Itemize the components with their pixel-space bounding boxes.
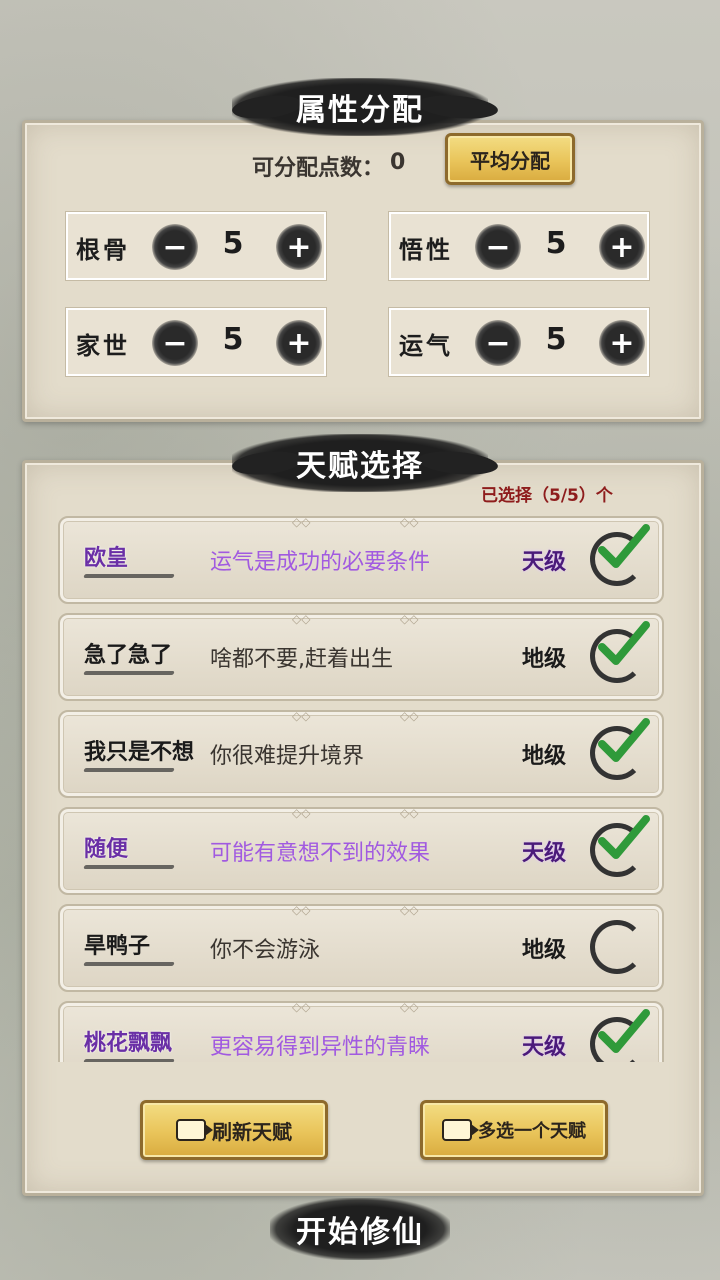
stat-value: 5 [545,322,567,357]
talent-grade: 地级 [522,938,567,963]
stat-value: 5 [222,322,244,357]
talent-card[interactable]: ◇◇ ◇◇ 我只是不想 你很难提升境界 地级 [58,709,664,798]
stat-row: 根骨 −5 + [66,212,326,280]
talent-description: 你不会游泳 [210,938,321,963]
talent-name: 旱鸭子 [84,934,151,959]
minus-button[interactable]: − [475,320,521,366]
multi-select-talent-button[interactable]: 多选一个天赋 [420,1100,608,1160]
average-distribute-button[interactable]: 平均分配 [445,133,575,185]
talent-name: 急了急了 [84,643,173,668]
ink-underline [83,574,175,578]
ink-underline [83,962,175,966]
stat-label: 根骨 [76,236,130,264]
talent-list[interactable]: ◇◇ ◇◇ 欧皇 运气是成功的必要条件 天级 ◇◇ ◇◇ 急了急了 啥都不要,赶着出生 地级 ◇… [56,508,666,1062]
refresh-talent-button[interactable]: 刷新天赋 [140,1100,328,1160]
plus-button[interactable]: + [276,224,322,270]
talent-description: 运气是成功的必要条件 [210,550,431,575]
talent-name: 随便 [84,837,129,862]
plus-button[interactable]: + [599,320,645,366]
points-value: 0 [390,150,406,175]
diamond-ornament-icon: ◇◇ [400,515,419,529]
talent-grade: 天级 [522,550,567,575]
stat-value: 5 [545,226,567,261]
ink-underline [83,1059,175,1062]
talent-grade: 天级 [522,841,567,866]
talent-description: 更容易得到异性的青睐 [210,1035,431,1060]
points-label: 可分配点数： [252,156,385,181]
refresh-talent-label: 刷新天赋 [212,1119,292,1144]
video-icon [176,1119,213,1141]
minus-button[interactable]: − [152,224,198,270]
talent-card[interactable]: ◇◇ ◇◇ 欧皇 运气是成功的必要条件 天级 [58,515,664,604]
talent-description: 你很难提升境界 [210,744,365,769]
diamond-ornament-icon: ◇◇ [400,1000,419,1014]
diamond-ornament-icon: ◇◇ [400,709,419,723]
plus-button[interactable]: + [599,224,645,270]
attribute-panel-title: 属性分配 [232,78,488,136]
talent-description: 啥都不要,赶着出生 [210,647,393,672]
talent-name: 我只是不想 [84,740,195,765]
diamond-ornament-icon: ◇◇ [292,806,311,820]
talent-card[interactable]: ◇◇ ◇◇ 随便 可能有意想不到的效果 天级 [58,806,664,895]
diamond-ornament-icon: ◇◇ [292,515,311,529]
stat-row: 悟性 −5 + [389,212,649,280]
ink-underline [83,865,175,869]
checkmark-icon [598,1009,650,1053]
plus-button[interactable]: + [276,320,322,366]
checkmark-icon [598,621,650,665]
talent-description: 可能有意想不到的效果 [210,841,431,866]
selected-count: 已选择（5/5）个 [481,486,613,506]
stat-row: 运气 −5 + [389,308,649,376]
talent-name: 桃花飘飘 [84,1031,173,1056]
talent-grade: 地级 [522,647,567,672]
diamond-ornament-icon: ◇◇ [292,612,311,626]
diamond-ornament-icon: ◇◇ [400,806,419,820]
talent-panel-title: 天赋选择 [232,434,488,492]
start-cultivation-button[interactable]: 开始修仙 [270,1198,450,1260]
video-icon [442,1119,479,1141]
checkmark-icon [598,815,650,859]
ink-underline [83,768,175,772]
checkmark-icon [598,718,650,762]
talent-grade: 地级 [522,744,567,769]
diamond-ornament-icon: ◇◇ [292,1000,311,1014]
talent-card[interactable]: ◇◇ ◇◇ 急了急了 啥都不要,赶着出生 地级 [58,612,664,701]
multi-select-label: 多选一个天赋 [478,1121,586,1142]
talent-name: 欧皇 [84,546,129,571]
diamond-ornament-icon: ◇◇ [400,612,419,626]
ink-underline [83,671,175,675]
diamond-ornament-icon: ◇◇ [292,709,311,723]
diamond-ornament-icon: ◇◇ [292,903,311,917]
select-circle-icon[interactable] [590,920,644,974]
minus-button[interactable]: − [152,320,198,366]
stat-label: 运气 [399,332,453,360]
stat-label: 悟性 [399,236,453,264]
diamond-ornament-icon: ◇◇ [400,903,419,917]
stat-label: 家世 [76,332,130,360]
checkmark-icon [598,524,650,568]
talent-card[interactable]: ◇◇ ◇◇ 旱鸭子 你不会游泳 地级 [58,903,664,992]
talent-grade: 天级 [522,1035,567,1060]
talent-card[interactable]: ◇◇ ◇◇ 桃花飘飘 更容易得到异性的青睐 天级 [58,1000,664,1062]
minus-button[interactable]: − [475,224,521,270]
available-points: 可分配点数： 0 [252,150,405,182]
stat-value: 5 [222,226,244,261]
stat-row: 家世 −5 + [66,308,326,376]
